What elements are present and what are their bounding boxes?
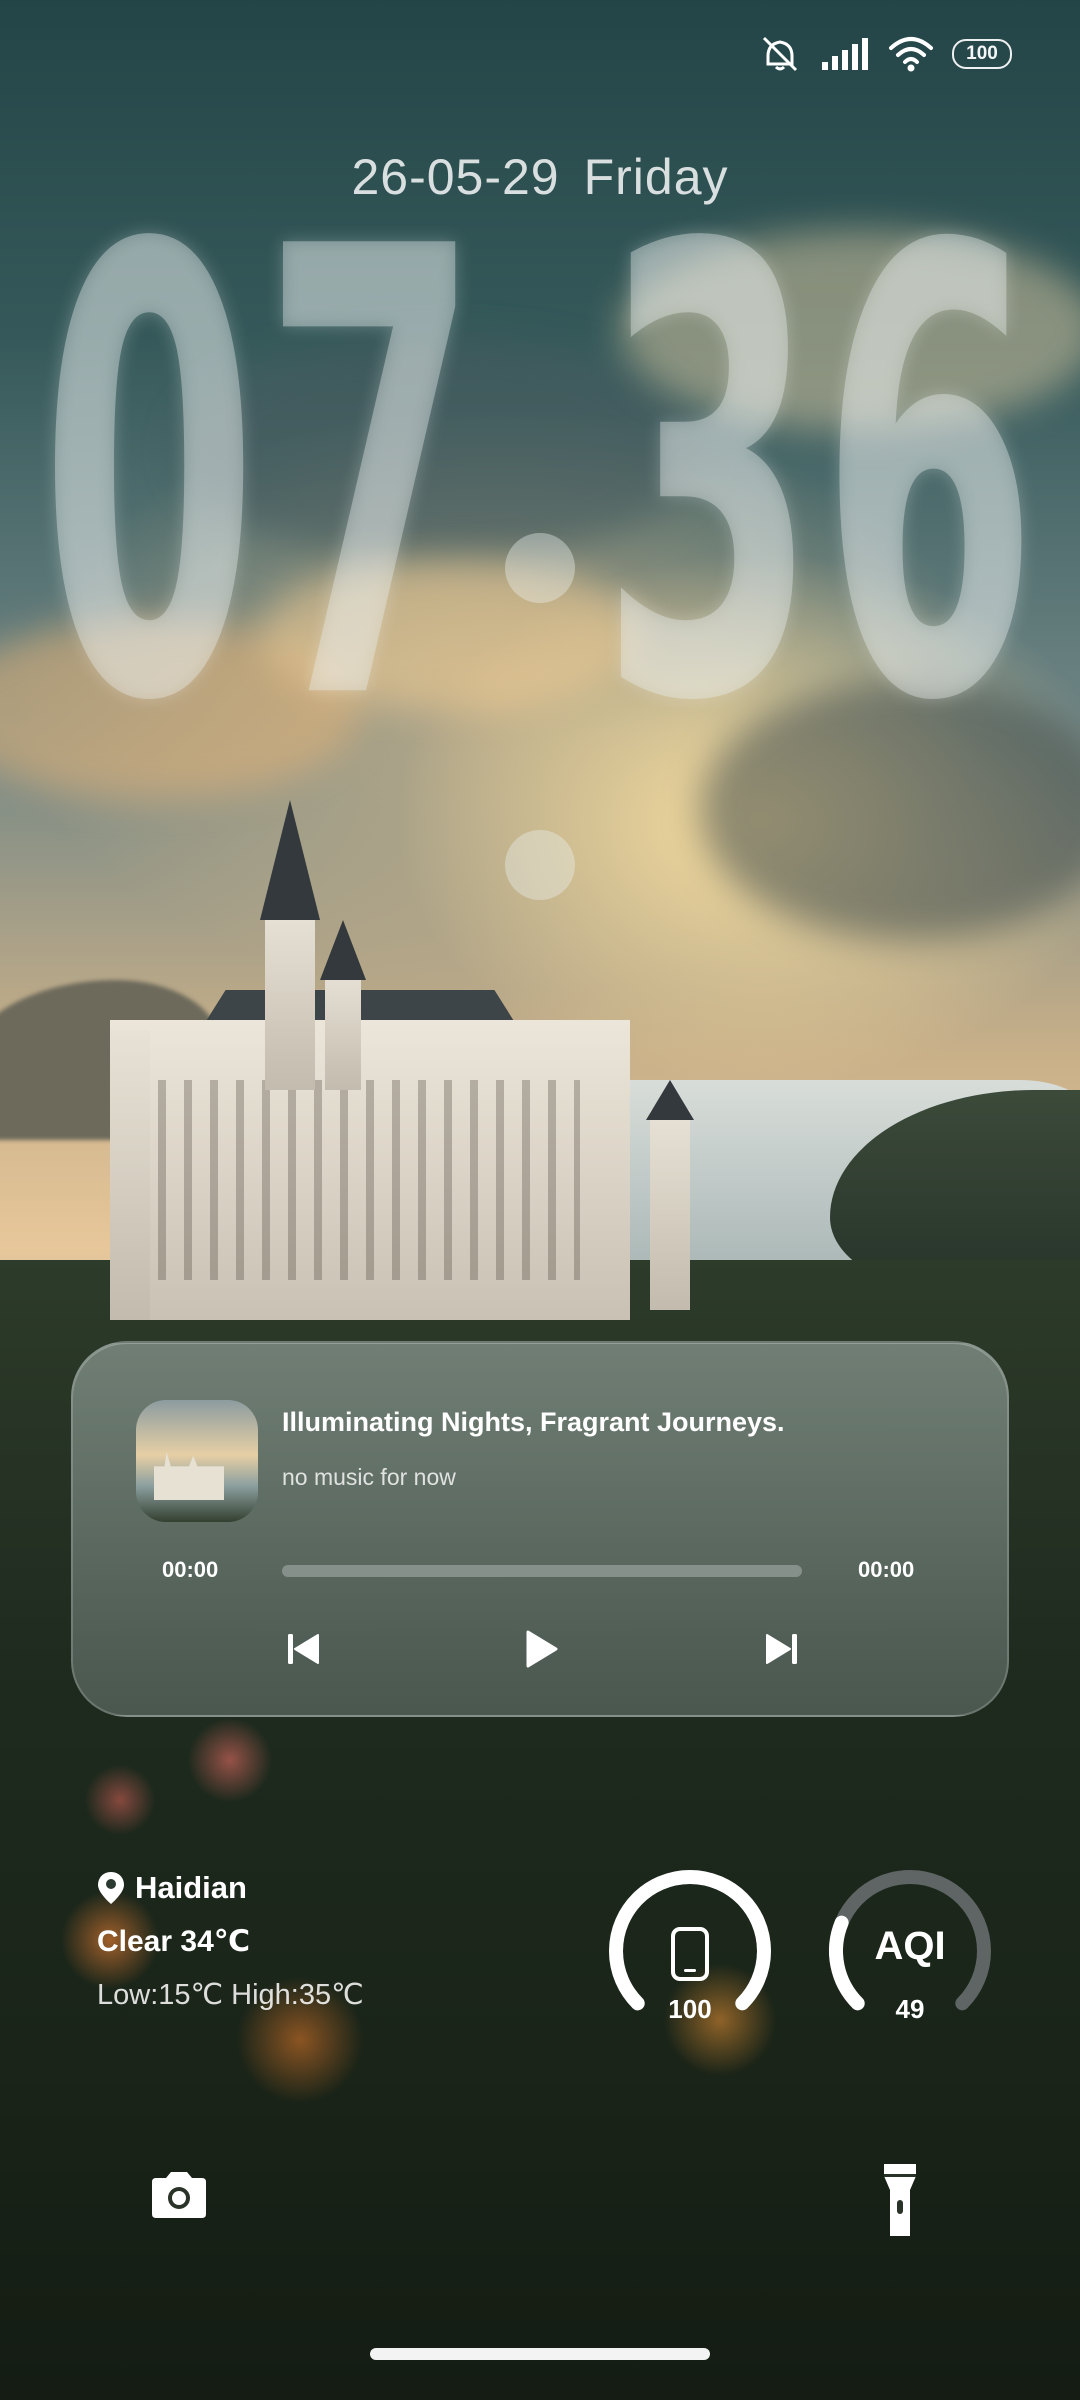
flashlight-icon xyxy=(884,2164,916,2236)
music-player-card[interactable]: Illuminating Nights, Fragrant Journeys. … xyxy=(71,1341,1009,1717)
album-art[interactable] xyxy=(136,1400,258,1522)
battery-indicator: 100 xyxy=(952,39,1012,69)
clock-colon-top xyxy=(505,533,575,603)
time-elapsed: 00:00 xyxy=(162,1557,219,1582)
wifi-icon xyxy=(888,36,934,72)
time-total: 00:00 xyxy=(858,1557,915,1582)
temperature-range: Low:15℃ High:35℃ xyxy=(97,1979,364,2011)
skip-previous-icon xyxy=(288,1634,319,1664)
flashlight-button[interactable] xyxy=(880,2160,920,2240)
play-button[interactable] xyxy=(511,1619,571,1679)
previous-button[interactable] xyxy=(273,1619,333,1679)
weekday-text: Friday xyxy=(583,149,729,205)
next-button[interactable] xyxy=(752,1619,812,1679)
clock-colon-bottom xyxy=(505,830,575,900)
battery-value: 100 xyxy=(668,1994,712,2024)
song-title: Illuminating Nights, Fragrant Journeys. xyxy=(282,1407,785,1437)
date-text: 26-05-29 xyxy=(351,149,560,205)
aqi-label: AQI xyxy=(874,1924,946,1968)
clock-digit-1: 0 xyxy=(40,119,259,837)
clock-digit-3: 3 xyxy=(600,119,819,837)
song-subtitle: no music for now xyxy=(282,1464,456,1490)
play-icon xyxy=(526,1630,558,1668)
clock-digit-2: 7 xyxy=(262,119,481,837)
battery-gauge[interactable]: 100 xyxy=(605,1866,775,2036)
home-indicator[interactable] xyxy=(370,2348,710,2360)
clock-digit-4: 6 xyxy=(820,119,1039,837)
skip-next-icon xyxy=(766,1634,797,1664)
status-bar: 100 xyxy=(758,34,1012,74)
weather-widget[interactable]: Haidian Clear 34℃ Low:15℃ High:35℃ xyxy=(97,1870,364,2012)
aqi-gauge[interactable]: AQI 49 xyxy=(825,1866,995,2036)
aqi-value: 49 xyxy=(895,1994,925,2024)
phone-icon xyxy=(671,1927,709,1981)
mute-icon xyxy=(758,34,802,74)
signal-icon xyxy=(820,38,870,70)
location-name: Haidian xyxy=(135,1870,247,1905)
weather-condition: Clear 34℃ xyxy=(97,1925,251,1958)
camera-button[interactable] xyxy=(148,2170,210,2232)
progress-bar[interactable] xyxy=(282,1565,802,1577)
camera-icon xyxy=(152,2172,206,2218)
location-pin-icon xyxy=(98,1872,124,1904)
flowers xyxy=(0,1680,1080,2400)
location-row: Haidian xyxy=(97,1870,364,1906)
date-display: 26-05-29 Friday xyxy=(0,148,1080,206)
